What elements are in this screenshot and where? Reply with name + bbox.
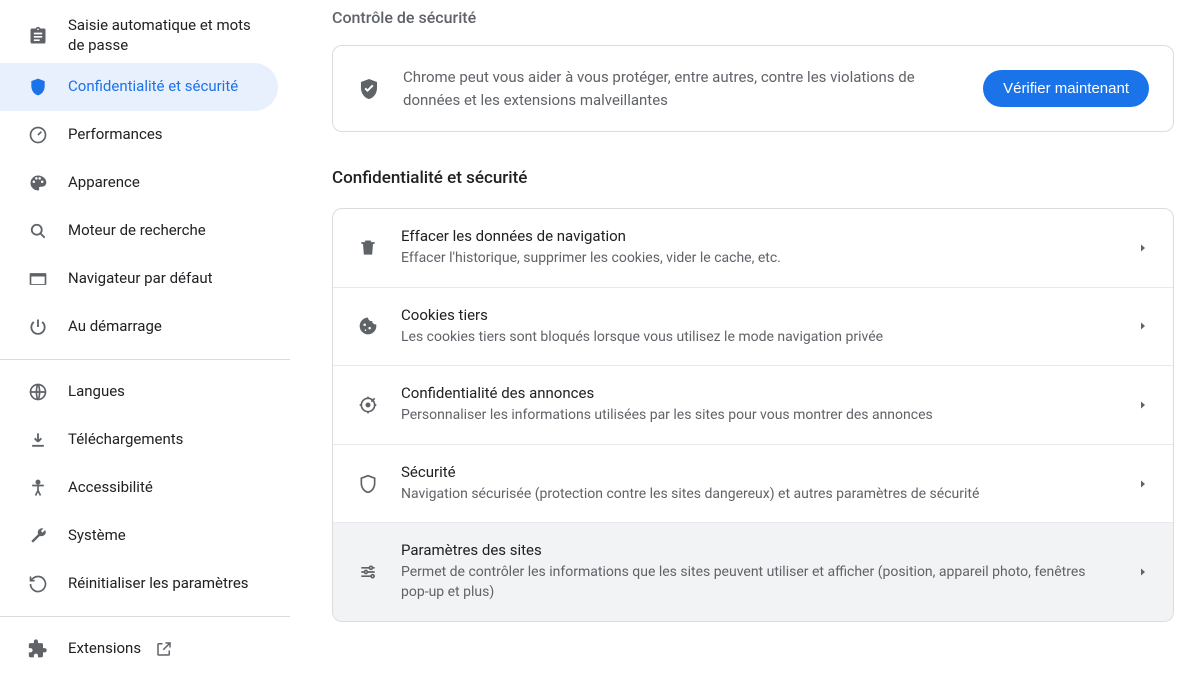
check-now-button[interactable]: Vérifier maintenant (983, 70, 1149, 107)
sidebar-item-label: Accessibilité (68, 478, 153, 498)
security-check-title: Contrôle de sécurité (332, 8, 1174, 27)
chevron-right-icon (1137, 399, 1149, 411)
chevron-right-icon (1137, 242, 1149, 254)
row-subtitle: Navigation sécurisée (protection contre … (401, 485, 1115, 505)
privacy-section-title: Confidentialité et sécurité (332, 168, 1174, 188)
sidebar-item-label: Extensions (68, 639, 141, 659)
nav-divider (0, 616, 290, 617)
sidebar-item-label: Confidentialité et sécurité (68, 77, 238, 97)
nav-divider (0, 359, 290, 360)
settings-main: Contrôle de sécurité Chrome peut vous ai… (290, 0, 1186, 688)
sidebar-item-privacy[interactable]: Confidentialité et sécurité (0, 63, 278, 111)
search-icon (28, 221, 48, 241)
trash-icon (357, 237, 379, 259)
row-title: Confidentialité des annonces (401, 384, 1115, 402)
row-subtitle: Les cookies tiers sont bloqués lorsque v… (401, 328, 1115, 348)
extension-icon (28, 639, 48, 659)
security-check-card: Chrome peut vous aider à vous protéger, … (332, 45, 1174, 132)
accessibility-icon (28, 478, 48, 498)
row-clear-browsing-data[interactable]: Effacer les données de navigation Efface… (333, 209, 1173, 288)
row-site-settings[interactable]: Paramètres des sites Permet de contrôler… (333, 523, 1173, 620)
shield-outline-icon (357, 473, 379, 495)
sidebar-item-label: Téléchargements (68, 430, 183, 450)
clipboard-icon (28, 26, 48, 46)
sidebar-item-label: Performances (68, 125, 163, 145)
sidebar-item-languages[interactable]: Langues (0, 368, 278, 416)
download-icon (28, 430, 48, 450)
palette-icon (28, 173, 48, 193)
sidebar-item-default-browser[interactable]: Navigateur par défaut (0, 255, 278, 303)
sidebar-item-startup[interactable]: Au démarrage (0, 303, 278, 351)
sidebar-item-label: Au démarrage (68, 317, 162, 337)
sidebar-item-label: Langues (68, 382, 125, 402)
chevron-right-icon (1137, 566, 1149, 578)
row-security[interactable]: Sécurité Navigation sécurisée (protectio… (333, 445, 1173, 524)
sidebar-item-label: Saisie automatique et mots de passe (68, 16, 264, 55)
sidebar-item-system[interactable]: Système (0, 512, 278, 560)
sidebar-item-label: Réinitialiser les paramètres (68, 574, 249, 594)
shield-icon (28, 77, 48, 97)
security-check-description: Chrome peut vous aider à vous protéger, … (403, 66, 961, 111)
settings-sidebar: Saisie automatique et mots de passe Conf… (0, 0, 290, 688)
sliders-icon (357, 561, 379, 583)
open-external-icon (155, 640, 173, 658)
row-title: Paramètres des sites (401, 541, 1115, 559)
row-subtitle: Permet de contrôler les informations que… (401, 563, 1115, 602)
sidebar-item-search[interactable]: Moteur de recherche (0, 207, 278, 255)
power-icon (28, 317, 48, 337)
sidebar-item-label: Moteur de recherche (68, 221, 206, 241)
sidebar-item-label: Système (68, 526, 126, 546)
chevron-right-icon (1137, 478, 1149, 490)
row-third-party-cookies[interactable]: Cookies tiers Les cookies tiers sont blo… (333, 288, 1173, 367)
row-ads-privacy[interactable]: Confidentialité des annonces Personnalis… (333, 366, 1173, 445)
speedometer-icon (28, 125, 48, 145)
sidebar-item-performance[interactable]: Performances (0, 111, 278, 159)
row-title: Effacer les données de navigation (401, 227, 1115, 245)
row-title: Sécurité (401, 463, 1115, 481)
row-subtitle: Effacer l'historique, supprimer les cook… (401, 249, 1115, 269)
row-subtitle: Personnaliser les informations utilisées… (401, 406, 1115, 426)
sidebar-item-extensions[interactable]: Extensions (0, 625, 278, 673)
wrench-icon (28, 526, 48, 546)
sidebar-item-reset[interactable]: Réinitialiser les paramètres (0, 560, 278, 608)
sidebar-item-label: Apparence (68, 173, 140, 193)
globe-icon (28, 382, 48, 402)
sidebar-item-autofill[interactable]: Saisie automatique et mots de passe (0, 8, 278, 63)
row-title: Cookies tiers (401, 306, 1115, 324)
restore-icon (28, 574, 48, 594)
browser-icon (28, 269, 48, 289)
privacy-list-card: Effacer les données de navigation Efface… (332, 208, 1174, 622)
cookie-icon (357, 315, 379, 337)
sidebar-item-label: Navigateur par défaut (68, 269, 213, 289)
sidebar-item-appearance[interactable]: Apparence (0, 159, 278, 207)
verified-shield-icon (357, 77, 381, 101)
sidebar-item-downloads[interactable]: Téléchargements (0, 416, 278, 464)
sidebar-item-accessibility[interactable]: Accessibilité (0, 464, 278, 512)
chevron-right-icon (1137, 320, 1149, 332)
ads-target-icon (357, 394, 379, 416)
